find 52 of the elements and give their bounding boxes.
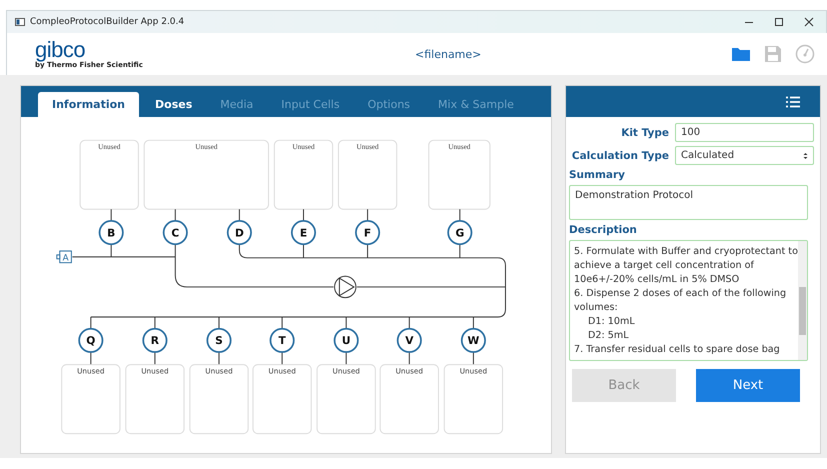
bag-outline — [444, 364, 504, 434]
valve[interactable]: S — [206, 328, 232, 353]
tab[interactable]: Doses — [143, 92, 204, 117]
valve[interactable]: W — [460, 328, 486, 353]
field-label: Summary — [569, 169, 626, 181]
valve[interactable]: F — [355, 220, 380, 246]
spinner-arrows-icon — [803, 152, 808, 160]
description-field[interactable]: 5. Formulate with Buffer and cryoprotectant to achieve a target cell concentration of 10e6+/-20% cells/mL in 5% DMSO 6. Dispense 2 doses of each of the following volumes: D1: 10mL D2: 5mL 7. Transfer residual cells to spare dose bag — [569, 240, 808, 361]
valve[interactable]: D — [226, 220, 252, 246]
bag-outline — [252, 364, 312, 434]
valve[interactable]: G — [447, 220, 472, 246]
logo: gibco — [35, 39, 86, 61]
valve[interactable]: T — [270, 328, 295, 353]
tube-line — [367, 208, 368, 222]
valve[interactable]: B — [98, 220, 124, 246]
field-label: Calculation Type — [570, 150, 669, 162]
bag-outline — [125, 364, 185, 434]
window-title: CompleoProtocolBuilder App 2.0.4 — [30, 17, 186, 27]
valve[interactable]: V — [396, 328, 422, 353]
tab[interactable]: Information — [38, 92, 139, 117]
bag-outline — [189, 364, 249, 434]
tube-line — [303, 208, 304, 222]
valve[interactable]: U — [334, 328, 359, 353]
bag-outline — [380, 364, 439, 434]
valve[interactable]: R — [142, 328, 168, 353]
pump-icon — [334, 276, 356, 298]
bag-outline — [61, 364, 120, 434]
maximize-icon[interactable] — [774, 17, 784, 27]
calculation-type-dropdown[interactable]: Calculated — [675, 146, 814, 165]
kit-type-field[interactable]: 100 — [675, 123, 814, 142]
tube-line — [238, 208, 240, 222]
bag-outline — [338, 140, 398, 210]
valve[interactable]: Q — [78, 328, 104, 353]
app-icon — [15, 18, 25, 26]
field-label: Description — [569, 224, 638, 236]
tube-line — [174, 208, 176, 222]
field-label: Kit Type — [620, 126, 669, 138]
bag-outline — [428, 140, 490, 210]
bag-outline — [316, 364, 376, 434]
filename-label: <filename> — [415, 48, 482, 60]
valve[interactable]: C — [162, 220, 188, 246]
bag-outline — [80, 140, 139, 210]
tube-line — [459, 208, 460, 222]
next-button[interactable]: Next — [696, 369, 800, 402]
scrollbar[interactable] — [798, 241, 807, 360]
close-icon[interactable] — [804, 17, 814, 27]
summary-field[interactable]: Demonstration Protocol — [569, 185, 808, 220]
bag-outline — [274, 140, 334, 210]
valve[interactable]: E — [290, 220, 316, 246]
tube-line — [110, 208, 112, 222]
source-port[interactable]: A — [56, 250, 72, 264]
menu-icon[interactable] — [786, 96, 800, 108]
